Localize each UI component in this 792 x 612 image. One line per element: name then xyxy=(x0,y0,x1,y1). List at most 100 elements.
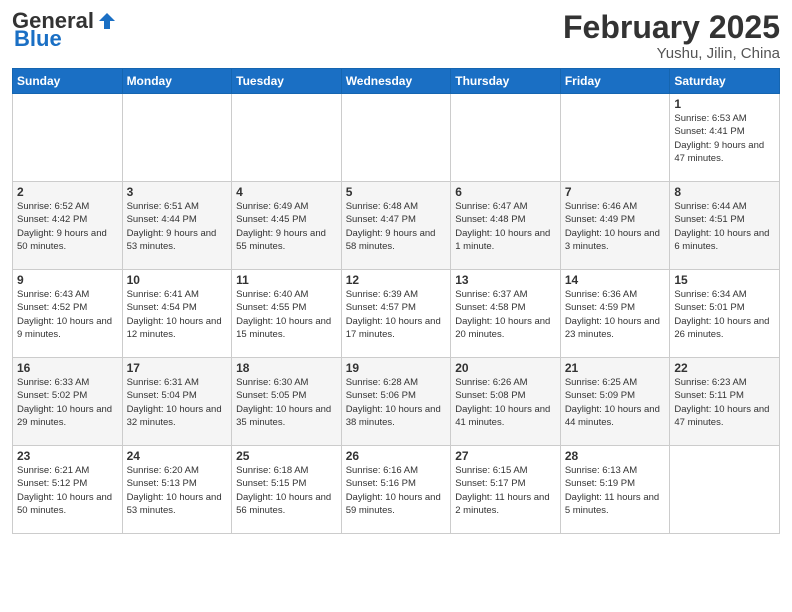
day-cell: 25Sunrise: 6:18 AM Sunset: 5:15 PM Dayli… xyxy=(232,446,342,534)
day-info: Sunrise: 6:31 AM Sunset: 5:04 PM Dayligh… xyxy=(127,376,228,429)
day-number: 20 xyxy=(455,361,556,375)
day-cell: 11Sunrise: 6:40 AM Sunset: 4:55 PM Dayli… xyxy=(232,270,342,358)
day-cell xyxy=(13,94,123,182)
day-number: 27 xyxy=(455,449,556,463)
day-number: 6 xyxy=(455,185,556,199)
day-number: 15 xyxy=(674,273,775,287)
day-cell: 9Sunrise: 6:43 AM Sunset: 4:52 PM Daylig… xyxy=(13,270,123,358)
day-cell xyxy=(122,94,232,182)
day-cell: 21Sunrise: 6:25 AM Sunset: 5:09 PM Dayli… xyxy=(560,358,670,446)
day-cell: 12Sunrise: 6:39 AM Sunset: 4:57 PM Dayli… xyxy=(341,270,451,358)
day-cell: 24Sunrise: 6:20 AM Sunset: 5:13 PM Dayli… xyxy=(122,446,232,534)
weekday-header-saturday: Saturday xyxy=(670,69,780,94)
day-info: Sunrise: 6:26 AM Sunset: 5:08 PM Dayligh… xyxy=(455,376,556,429)
day-info: Sunrise: 6:16 AM Sunset: 5:16 PM Dayligh… xyxy=(346,464,447,517)
weekday-header-thursday: Thursday xyxy=(451,69,561,94)
day-cell: 18Sunrise: 6:30 AM Sunset: 5:05 PM Dayli… xyxy=(232,358,342,446)
header: General Blue February 2025 Yushu, Jilin,… xyxy=(12,10,780,62)
day-number: 11 xyxy=(236,273,337,287)
day-cell: 26Sunrise: 6:16 AM Sunset: 5:16 PM Dayli… xyxy=(341,446,451,534)
day-cell: 10Sunrise: 6:41 AM Sunset: 4:54 PM Dayli… xyxy=(122,270,232,358)
day-info: Sunrise: 6:41 AM Sunset: 4:54 PM Dayligh… xyxy=(127,288,228,341)
day-cell: 20Sunrise: 6:26 AM Sunset: 5:08 PM Dayli… xyxy=(451,358,561,446)
week-row-1: 1Sunrise: 6:53 AM Sunset: 4:41 PM Daylig… xyxy=(13,94,780,182)
day-cell xyxy=(670,446,780,534)
day-number: 9 xyxy=(17,273,118,287)
location: Yushu, Jilin, China xyxy=(563,45,780,62)
week-row-2: 2Sunrise: 6:52 AM Sunset: 4:42 PM Daylig… xyxy=(13,182,780,270)
day-info: Sunrise: 6:30 AM Sunset: 5:05 PM Dayligh… xyxy=(236,376,337,429)
day-cell xyxy=(232,94,342,182)
day-number: 18 xyxy=(236,361,337,375)
day-cell: 19Sunrise: 6:28 AM Sunset: 5:06 PM Dayli… xyxy=(341,358,451,446)
week-row-4: 16Sunrise: 6:33 AM Sunset: 5:02 PM Dayli… xyxy=(13,358,780,446)
day-info: Sunrise: 6:20 AM Sunset: 5:13 PM Dayligh… xyxy=(127,464,228,517)
day-number: 10 xyxy=(127,273,228,287)
day-cell: 23Sunrise: 6:21 AM Sunset: 5:12 PM Dayli… xyxy=(13,446,123,534)
day-info: Sunrise: 6:39 AM Sunset: 4:57 PM Dayligh… xyxy=(346,288,447,341)
logo-blue-text: Blue xyxy=(14,28,62,50)
day-info: Sunrise: 6:47 AM Sunset: 4:48 PM Dayligh… xyxy=(455,200,556,253)
day-number: 7 xyxy=(565,185,666,199)
day-info: Sunrise: 6:33 AM Sunset: 5:02 PM Dayligh… xyxy=(17,376,118,429)
calendar-table: SundayMondayTuesdayWednesdayThursdayFrid… xyxy=(12,68,780,534)
day-cell: 2Sunrise: 6:52 AM Sunset: 4:42 PM Daylig… xyxy=(13,182,123,270)
weekday-header-tuesday: Tuesday xyxy=(232,69,342,94)
day-cell xyxy=(341,94,451,182)
day-info: Sunrise: 6:48 AM Sunset: 4:47 PM Dayligh… xyxy=(346,200,447,253)
day-number: 16 xyxy=(17,361,118,375)
day-cell: 6Sunrise: 6:47 AM Sunset: 4:48 PM Daylig… xyxy=(451,182,561,270)
day-info: Sunrise: 6:40 AM Sunset: 4:55 PM Dayligh… xyxy=(236,288,337,341)
day-cell: 15Sunrise: 6:34 AM Sunset: 5:01 PM Dayli… xyxy=(670,270,780,358)
day-cell: 4Sunrise: 6:49 AM Sunset: 4:45 PM Daylig… xyxy=(232,182,342,270)
weekday-header-row: SundayMondayTuesdayWednesdayThursdayFrid… xyxy=(13,69,780,94)
day-info: Sunrise: 6:44 AM Sunset: 4:51 PM Dayligh… xyxy=(674,200,775,253)
weekday-header-wednesday: Wednesday xyxy=(341,69,451,94)
day-number: 14 xyxy=(565,273,666,287)
day-info: Sunrise: 6:36 AM Sunset: 4:59 PM Dayligh… xyxy=(565,288,666,341)
day-info: Sunrise: 6:21 AM Sunset: 5:12 PM Dayligh… xyxy=(17,464,118,517)
day-number: 22 xyxy=(674,361,775,375)
day-cell: 3Sunrise: 6:51 AM Sunset: 4:44 PM Daylig… xyxy=(122,182,232,270)
day-number: 3 xyxy=(127,185,228,199)
day-info: Sunrise: 6:18 AM Sunset: 5:15 PM Dayligh… xyxy=(236,464,337,517)
day-number: 12 xyxy=(346,273,447,287)
day-number: 2 xyxy=(17,185,118,199)
week-row-3: 9Sunrise: 6:43 AM Sunset: 4:52 PM Daylig… xyxy=(13,270,780,358)
day-info: Sunrise: 6:53 AM Sunset: 4:41 PM Dayligh… xyxy=(674,112,775,165)
day-cell: 27Sunrise: 6:15 AM Sunset: 5:17 PM Dayli… xyxy=(451,446,561,534)
day-info: Sunrise: 6:46 AM Sunset: 4:49 PM Dayligh… xyxy=(565,200,666,253)
day-number: 21 xyxy=(565,361,666,375)
header-right: February 2025 Yushu, Jilin, China xyxy=(563,10,780,62)
calendar-page: General Blue February 2025 Yushu, Jilin,… xyxy=(0,0,792,544)
day-cell: 5Sunrise: 6:48 AM Sunset: 4:47 PM Daylig… xyxy=(341,182,451,270)
day-cell xyxy=(451,94,561,182)
logo: General Blue xyxy=(12,10,118,50)
day-number: 8 xyxy=(674,185,775,199)
day-info: Sunrise: 6:51 AM Sunset: 4:44 PM Dayligh… xyxy=(127,200,228,253)
weekday-header-sunday: Sunday xyxy=(13,69,123,94)
day-info: Sunrise: 6:28 AM Sunset: 5:06 PM Dayligh… xyxy=(346,376,447,429)
day-number: 19 xyxy=(346,361,447,375)
day-number: 13 xyxy=(455,273,556,287)
month-title: February 2025 xyxy=(563,10,780,45)
day-info: Sunrise: 6:52 AM Sunset: 4:42 PM Dayligh… xyxy=(17,200,118,253)
day-number: 23 xyxy=(17,449,118,463)
day-number: 17 xyxy=(127,361,228,375)
day-cell: 13Sunrise: 6:37 AM Sunset: 4:58 PM Dayli… xyxy=(451,270,561,358)
day-cell: 22Sunrise: 6:23 AM Sunset: 5:11 PM Dayli… xyxy=(670,358,780,446)
day-info: Sunrise: 6:49 AM Sunset: 4:45 PM Dayligh… xyxy=(236,200,337,253)
day-number: 26 xyxy=(346,449,447,463)
day-info: Sunrise: 6:23 AM Sunset: 5:11 PM Dayligh… xyxy=(674,376,775,429)
day-number: 4 xyxy=(236,185,337,199)
day-number: 24 xyxy=(127,449,228,463)
day-number: 25 xyxy=(236,449,337,463)
day-number: 28 xyxy=(565,449,666,463)
weekday-header-monday: Monday xyxy=(122,69,232,94)
day-cell: 1Sunrise: 6:53 AM Sunset: 4:41 PM Daylig… xyxy=(670,94,780,182)
day-cell: 16Sunrise: 6:33 AM Sunset: 5:02 PM Dayli… xyxy=(13,358,123,446)
day-cell: 8Sunrise: 6:44 AM Sunset: 4:51 PM Daylig… xyxy=(670,182,780,270)
week-row-5: 23Sunrise: 6:21 AM Sunset: 5:12 PM Dayli… xyxy=(13,446,780,534)
day-cell: 14Sunrise: 6:36 AM Sunset: 4:59 PM Dayli… xyxy=(560,270,670,358)
weekday-header-friday: Friday xyxy=(560,69,670,94)
